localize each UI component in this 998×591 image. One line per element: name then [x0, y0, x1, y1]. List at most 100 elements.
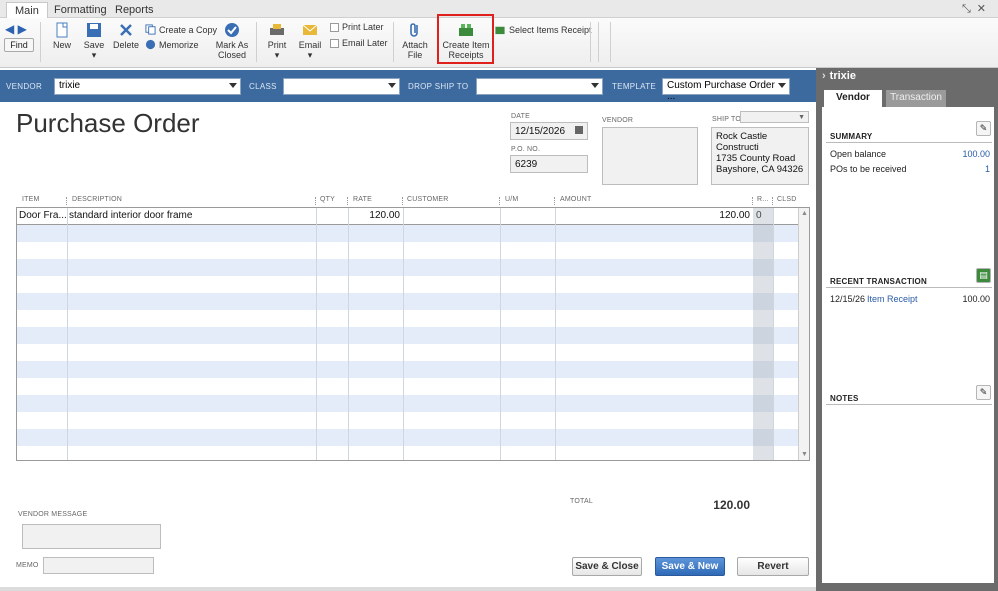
- drop-ship-label: DROP SHIP TO: [408, 82, 469, 91]
- save-close-button[interactable]: Save & Close: [572, 557, 642, 576]
- scroll-down-icon[interactable]: ▼: [801, 451, 808, 458]
- check-icon: [225, 23, 239, 37]
- panel-header[interactable]: › trixie: [822, 70, 856, 82]
- column-divider: [402, 197, 403, 205]
- column-header-item[interactable]: ITEM: [22, 196, 40, 203]
- column-header-qty[interactable]: QTY: [320, 196, 335, 203]
- divider: [826, 287, 992, 288]
- attach-file-button[interactable]: Attach File: [400, 22, 430, 60]
- recent-type-link[interactable]: Item Receipt: [867, 294, 918, 304]
- chevron-right-icon[interactable]: ›: [822, 70, 826, 82]
- table-row[interactable]: [17, 429, 799, 446]
- column-divider: [315, 197, 316, 205]
- ship-to-dropdown[interactable]: ▼: [740, 111, 809, 123]
- drop-ship-dropdown[interactable]: [476, 78, 603, 95]
- grid-scrollbar[interactable]: ▲ ▼: [798, 208, 809, 460]
- delete-button[interactable]: Delete: [113, 22, 139, 50]
- po-number-field[interactable]: 6239: [510, 155, 588, 173]
- calendar-icon[interactable]: [575, 126, 583, 134]
- table-row[interactable]: [17, 412, 799, 429]
- print-later-checkbox[interactable]: Print Later: [330, 22, 384, 32]
- scroll-up-icon[interactable]: ▲: [801, 210, 808, 217]
- tab-vendor[interactable]: Vendor: [824, 90, 882, 107]
- column-header-customer[interactable]: CUSTOMER: [407, 196, 449, 203]
- print-dropdown-icon: ▾: [274, 50, 280, 60]
- memorize-button[interactable]: Memorize: [145, 39, 199, 50]
- table-row[interactable]: [17, 293, 799, 310]
- email-button[interactable]: Email ▾: [297, 22, 323, 60]
- vendor-message-field[interactable]: [22, 524, 161, 549]
- vendor-address-field[interactable]: [602, 127, 698, 185]
- print-button[interactable]: Print ▾: [265, 22, 289, 60]
- column-header-amount[interactable]: AMOUNT: [560, 196, 592, 203]
- save-new-button[interactable]: Save & New: [655, 557, 725, 576]
- mark-as-closed-button[interactable]: Mark As Closed: [214, 22, 250, 60]
- class-dropdown[interactable]: [283, 78, 400, 95]
- panel-vendor-name: trixie: [829, 70, 856, 82]
- save-button[interactable]: Save ▾: [82, 22, 106, 60]
- tab-main[interactable]: Main: [6, 2, 48, 18]
- divider: [40, 22, 41, 62]
- edit-pencil-icon[interactable]: ✎: [976, 121, 991, 136]
- divider: [590, 22, 591, 62]
- vendor-dropdown[interactable]: trixie: [54, 78, 241, 95]
- open-balance-value[interactable]: 100.00: [940, 149, 990, 159]
- tab-formatting[interactable]: Formatting: [46, 2, 115, 18]
- bottom-edge: [0, 587, 816, 591]
- find-button[interactable]: Find: [4, 38, 34, 52]
- table-row[interactable]: [17, 327, 799, 344]
- template-value: Custom Purchase Order ...: [667, 80, 775, 102]
- memo-field[interactable]: [43, 557, 154, 574]
- report-icon[interactable]: ▤: [976, 268, 991, 283]
- ribbon-tab-bar: Main Formatting Reports ⤡✕: [0, 0, 998, 18]
- receipt-select-icon: [495, 26, 505, 35]
- table-row[interactable]: [17, 446, 799, 460]
- column-divider: [500, 208, 501, 460]
- table-row[interactable]: Door Fra... standard interior door frame…: [17, 208, 799, 225]
- date-label: DATE: [511, 113, 530, 120]
- tab-transaction[interactable]: Transaction: [886, 90, 946, 107]
- table-row[interactable]: [17, 242, 799, 259]
- copy-icon: [145, 24, 156, 35]
- email-later-checkbox[interactable]: Email Later: [330, 38, 388, 48]
- table-row[interactable]: [17, 378, 799, 395]
- table-row[interactable]: [17, 225, 799, 242]
- table-row[interactable]: [17, 276, 799, 293]
- column-header-received[interactable]: R...: [757, 196, 769, 203]
- select-items-receipt-button[interactable]: Select Items Receipt: [494, 24, 592, 35]
- table-row[interactable]: [17, 344, 799, 361]
- create-copy-button[interactable]: Create a Copy: [145, 24, 217, 35]
- email-icon: [302, 24, 318, 35]
- cell-rate[interactable]: 120.00: [350, 210, 400, 221]
- cell-item[interactable]: Door Fra...: [19, 210, 67, 221]
- column-header-description[interactable]: DESCRIPTION: [72, 196, 122, 203]
- column-divider: [347, 197, 348, 205]
- table-row[interactable]: [17, 259, 799, 276]
- column-header-um[interactable]: U/M: [505, 196, 518, 203]
- pos-to-receive-value[interactable]: 1: [940, 164, 990, 174]
- po-number-label: P.O. NO.: [511, 146, 541, 153]
- new-icon: [56, 22, 68, 38]
- cell-description[interactable]: standard interior door frame: [69, 210, 192, 221]
- dropdown-arrow-icon: [229, 83, 237, 88]
- ship-to-address-field[interactable]: Rock Castle Constructi 1735 County Road …: [711, 127, 809, 185]
- tab-reports[interactable]: Reports: [107, 2, 162, 18]
- edit-notes-icon[interactable]: ✎: [976, 385, 991, 400]
- table-row[interactable]: [17, 310, 799, 327]
- table-row[interactable]: [17, 395, 799, 412]
- table-row[interactable]: [17, 361, 799, 378]
- vendor-address-label: VENDOR: [602, 117, 634, 124]
- template-dropdown[interactable]: Custom Purchase Order ...: [662, 78, 790, 102]
- window-controls[interactable]: ⤡✕: [962, 2, 992, 16]
- cell-amount[interactable]: 120.00: [557, 210, 750, 221]
- revert-button[interactable]: Revert: [737, 557, 809, 576]
- new-label: New: [52, 40, 71, 50]
- new-button[interactable]: New: [50, 22, 74, 50]
- column-header-closed[interactable]: CLSD: [777, 196, 796, 203]
- received-column-shade: [753, 208, 773, 460]
- column-header-rate[interactable]: RATE: [353, 196, 372, 203]
- date-field[interactable]: 12/15/2026: [510, 122, 588, 140]
- prev-next-arrows-icon[interactable]: ◀ ▶: [5, 22, 27, 36]
- highlight-box: [437, 14, 494, 64]
- line-items-grid[interactable]: Door Fra... standard interior door frame…: [16, 207, 810, 461]
